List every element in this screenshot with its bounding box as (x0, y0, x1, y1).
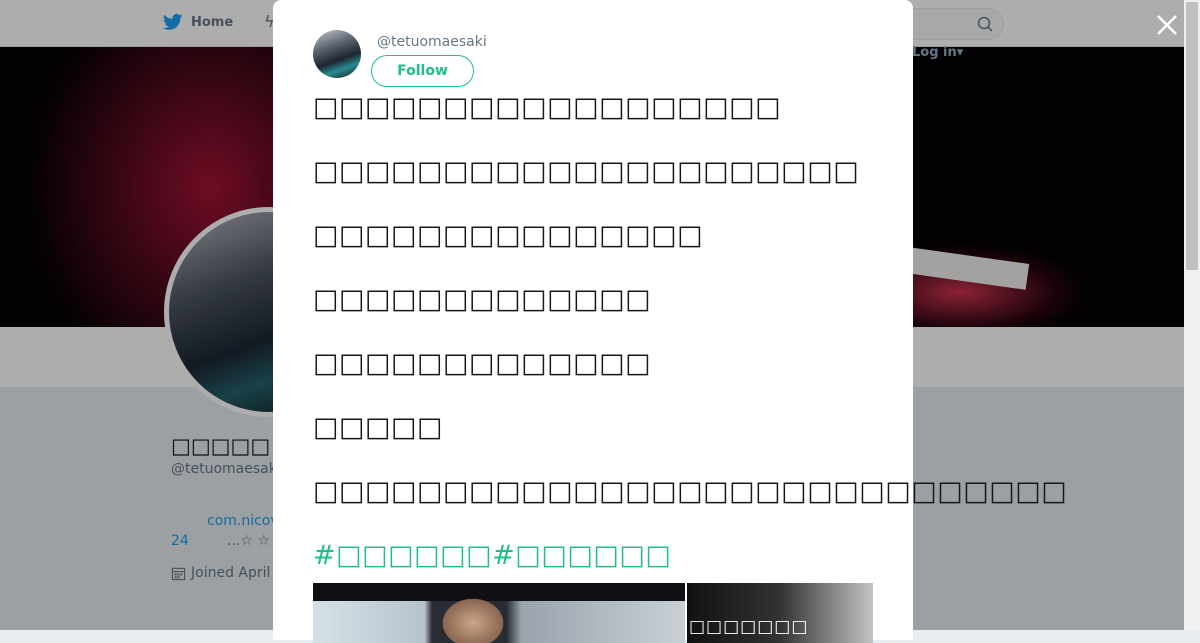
tweet-text-line: □□□□□□□□□□□□□□□□□□ (313, 92, 782, 123)
scrollbar-thumb[interactable] (1186, 2, 1198, 270)
login-button[interactable]: Log in▾ (912, 45, 963, 60)
close-icon (1157, 15, 1177, 35)
tweet-photo-1[interactable] (313, 583, 685, 643)
tweet-author-avatar[interactable] (313, 30, 361, 78)
tweet-text-line: □□□□□□□□□□□□□□□□□□□□□□□□□□□□□ (313, 476, 1068, 507)
tweet-hashtags[interactable]: #□□□□□□#□□□□□□ (313, 540, 671, 571)
tweet-text-line: □□□□□□□□□□□□□ (313, 284, 652, 315)
tweet-modal: @tetuomaesaki Follow □□□□□□□□□□□□□□□□□□ … (273, 0, 1067, 643)
tweet-author-handle[interactable]: @tetuomaesaki (377, 34, 487, 50)
tweet-text-line: □□□□□□□□□□□□□□□ (313, 220, 704, 251)
tweet-photo-2[interactable]: □□□□□□□ (687, 583, 873, 643)
close-button[interactable] (1154, 12, 1180, 38)
photo-caption: □□□□□□□ (689, 617, 809, 637)
tweet-media[interactable]: □□□□□□□ (313, 583, 873, 643)
follow-button[interactable]: Follow (371, 55, 474, 87)
tweet-text-line: □□□□□□□□□□□□□□□□□□□□□ (313, 156, 860, 187)
tweet-text-line: □□□□□ (313, 412, 444, 443)
tweet-text-line: □□□□□□□□□□□□□ (313, 348, 652, 379)
